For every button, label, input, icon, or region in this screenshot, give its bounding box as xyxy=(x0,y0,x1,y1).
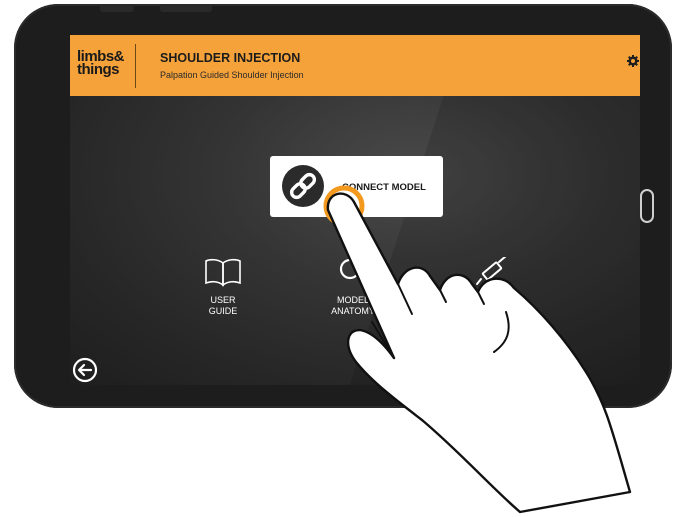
connect-model-button[interactable]: CONNECT MODEL xyxy=(270,156,443,217)
app-screen: limbs& things SHOULDER INJECTION Palpati… xyxy=(70,35,640,385)
model-anatomy-line-1: MODEL xyxy=(336,295,369,305)
gear-icon[interactable] xyxy=(627,55,639,67)
syringe-icon xyxy=(476,257,507,285)
user-guide-button[interactable]: USER GUIDE xyxy=(178,257,268,317)
page-title: SHOULDER INJECTION xyxy=(160,51,301,65)
user-guide-line-1: USER xyxy=(210,295,236,305)
tablet-frame: limbs& things SHOULDER INJECTION Palpati… xyxy=(14,4,672,408)
brand-logo: limbs& things xyxy=(77,49,129,77)
home-button[interactable] xyxy=(640,189,654,223)
page-subtitle: Palpation Guided Shoulder Injection xyxy=(160,70,304,80)
link-icon xyxy=(289,172,317,200)
magnifier-icon xyxy=(339,258,366,285)
volume-button xyxy=(100,4,134,12)
power-button xyxy=(160,4,212,12)
app-header: limbs& things SHOULDER INJECTION Palpati… xyxy=(70,35,640,96)
connect-model-label: CONNECT MODEL xyxy=(342,182,426,193)
user-guide-line-2: GUIDE xyxy=(208,306,238,316)
connect-icon-badge xyxy=(282,165,324,207)
model-anatomy-button[interactable]: MODEL ANATOMY xyxy=(308,257,398,317)
header-divider xyxy=(135,44,136,88)
book-icon xyxy=(205,258,241,287)
injection-button[interactable] xyxy=(448,257,538,295)
back-arrow-icon[interactable] xyxy=(72,357,98,383)
model-anatomy-line-2: ANATOMY xyxy=(331,306,375,316)
